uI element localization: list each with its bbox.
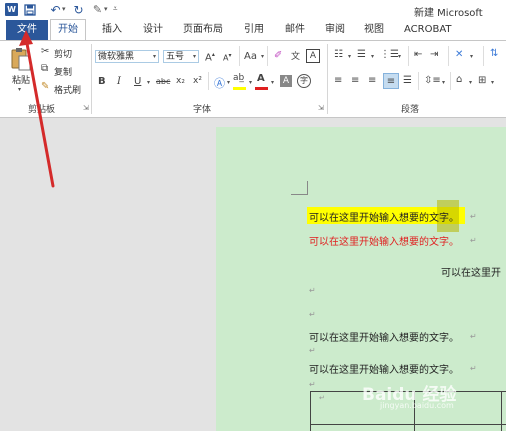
annotation-arrow [19, 30, 55, 188]
